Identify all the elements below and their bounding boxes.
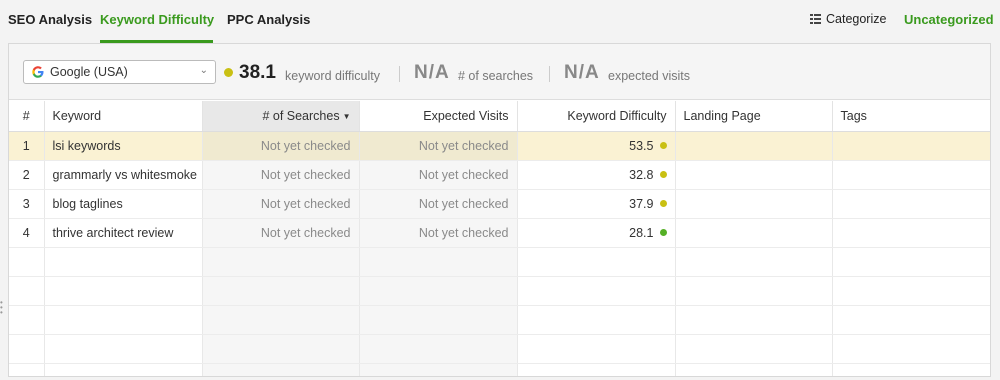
row-number: 4: [9, 218, 45, 248]
difficulty-score: 32.8: [629, 167, 654, 182]
landing-page-cell[interactable]: [675, 218, 833, 248]
tab-seo-analysis[interactable]: SEO Analysis: [8, 12, 92, 27]
difficulty-cell: 28.1: [517, 218, 676, 248]
column-header-number[interactable]: #: [9, 101, 45, 132]
column-header-expected-visits[interactable]: Expected Visits: [359, 101, 518, 132]
difficulty-score: 53.5: [629, 138, 654, 153]
categorize-button[interactable]: Categorize: [810, 12, 886, 26]
difficulty-cell: 37.9: [517, 189, 676, 219]
visits-cell: Not yet checked: [359, 218, 518, 248]
searches-label: # of searches: [458, 69, 534, 83]
empty-row: [9, 334, 990, 364]
empty-row: [9, 305, 990, 335]
table-row[interactable]: 4 thrive architect review Not yet checke…: [9, 218, 990, 248]
tab-keyword-difficulty[interactable]: Keyword Difficulty: [100, 12, 214, 27]
visits-cell: Not yet checked: [359, 189, 518, 219]
column-header-tags[interactable]: Tags: [832, 101, 990, 132]
searches-cell: Not yet checked: [202, 189, 360, 219]
tags-cell[interactable]: [832, 160, 990, 190]
table-row[interactable]: 2 grammarly vs whitesmoke Not yet checke…: [9, 160, 990, 190]
column-header-keyword-difficulty[interactable]: Keyword Difficulty: [517, 101, 676, 132]
keyword-table: # Keyword # of Searches ▼ Expected Visits…: [9, 101, 990, 376]
empty-row: [9, 363, 990, 376]
metric-divider: [399, 66, 400, 82]
tags-cell[interactable]: [832, 218, 990, 248]
landing-page-cell[interactable]: [675, 160, 833, 190]
landing-page-cell[interactable]: [675, 189, 833, 219]
difficulty-dot-icon: [659, 199, 667, 207]
difficulty-value: 38.1: [239, 62, 276, 83]
chevron-down-icon: ⌄: [199, 65, 208, 76]
list-icon: [810, 14, 821, 24]
difficulty-cell: 32.8: [517, 160, 676, 190]
column-header-searches[interactable]: # of Searches ▼: [202, 101, 360, 132]
keyword-cell[interactable]: grammarly vs whitesmoke: [44, 160, 203, 190]
metric-divider: [549, 66, 550, 82]
column-header-searches-label: # of Searches: [262, 108, 340, 123]
keyword-panel: Google (USA) ⌄ 38.1 keyword difficulty N…: [8, 43, 991, 377]
row-number: 2: [9, 160, 45, 190]
difficulty-score: 28.1: [629, 225, 654, 240]
keyword-cell[interactable]: blog taglines: [44, 189, 203, 219]
empty-row: [9, 276, 990, 306]
search-engine-select[interactable]: Google (USA) ⌄: [23, 60, 216, 84]
keyword-cell[interactable]: thrive architect review: [44, 218, 203, 248]
landing-page-cell[interactable]: [675, 131, 833, 161]
difficulty-dot-icon: [659, 141, 667, 149]
searches-value: N/A: [414, 62, 450, 83]
tags-cell[interactable]: [832, 189, 990, 219]
filter-bar: Google (USA) ⌄ 38.1 keyword difficulty N…: [9, 44, 990, 100]
table-row[interactable]: 1 lsi keywords Not yet checked Not yet c…: [9, 131, 990, 161]
tab-ppc-analysis[interactable]: PPC Analysis: [227, 12, 310, 27]
difficulty-dot-icon: [659, 228, 667, 236]
visits-cell: Not yet checked: [359, 131, 518, 161]
column-header-landing-page[interactable]: Landing Page: [675, 101, 833, 132]
sort-desc-icon: ▼: [342, 111, 351, 121]
google-icon: [32, 66, 44, 78]
row-number: 3: [9, 189, 45, 219]
visits-cell: Not yet checked: [359, 160, 518, 190]
tab-bar: SEO Analysis Keyword Difficulty PPC Anal…: [0, 0, 1000, 43]
column-header-keyword[interactable]: Keyword: [44, 101, 203, 132]
row-number: 1: [9, 131, 45, 161]
empty-row: [9, 247, 990, 277]
resize-handle[interactable]: • • •: [0, 299, 3, 317]
visits-label: expected visits: [608, 69, 690, 83]
keyword-cell[interactable]: lsi keywords: [44, 131, 203, 161]
uncategorized-link[interactable]: Uncategorized: [904, 12, 994, 27]
difficulty-dot-icon: [659, 170, 667, 178]
table-row[interactable]: 3 blog taglines Not yet checked Not yet …: [9, 189, 990, 219]
difficulty-label: keyword difficulty: [285, 69, 380, 83]
difficulty-cell: 53.5: [517, 131, 676, 161]
difficulty-indicator-dot: [224, 68, 233, 77]
search-engine-value: Google (USA): [50, 65, 128, 79]
table-header-row: # Keyword # of Searches ▼ Expected Visits…: [9, 101, 990, 132]
visits-value: N/A: [564, 62, 600, 83]
tags-cell[interactable]: [832, 131, 990, 161]
searches-cell: Not yet checked: [202, 218, 360, 248]
categorize-label: Categorize: [826, 12, 887, 26]
searches-cell: Not yet checked: [202, 160, 360, 190]
difficulty-score: 37.9: [629, 196, 654, 211]
searches-cell: Not yet checked: [202, 131, 360, 161]
